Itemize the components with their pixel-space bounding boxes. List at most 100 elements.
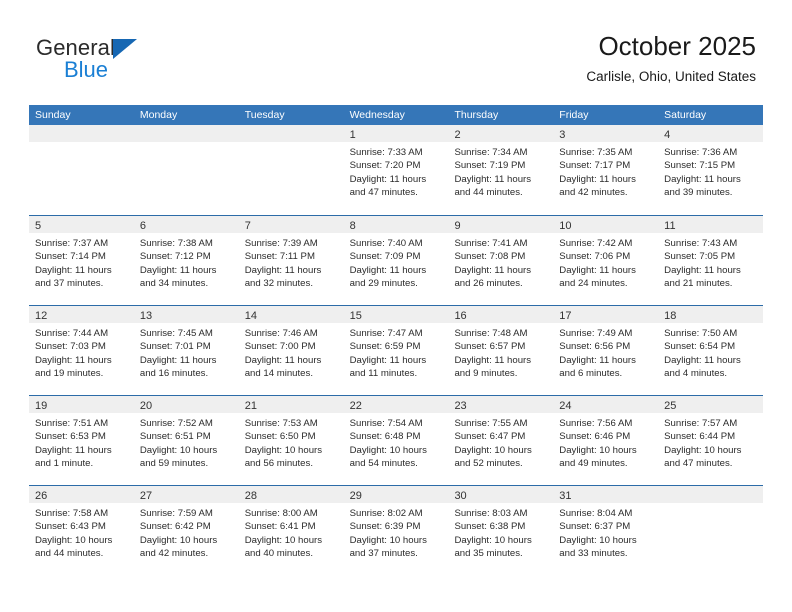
day-cell[interactable]: 6 Sunrise: 7:38 AM Sunset: 7:12 PM Daylight… xyxy=(133,216,239,305)
day-cell-empty xyxy=(658,486,764,575)
daylight-duration-line1: Daylight: 10 hours xyxy=(349,444,427,456)
day-cell[interactable]: 13 Sunrise: 7:45 AM Sunset: 7:01 PM Dayligh… xyxy=(133,306,239,395)
day-cell[interactable]: 27 Sunrise: 7:59 AM Sunset: 6:42 PM Dayligh… xyxy=(133,486,239,575)
day-cell[interactable]: 25 Sunrise: 7:57 AM Sunset: 6:44 PM Dayligh… xyxy=(658,396,764,485)
day-number: 3 xyxy=(559,129,566,141)
day-details: Sunrise: 7:34 AM Sunset: 7:19 PM Daylight:… xyxy=(448,142,553,200)
day-cell[interactable]: 26 Sunrise: 7:58 AM Sunset: 6:43 PM Dayligh… xyxy=(29,486,134,575)
day-cell[interactable]: 20 Sunrise: 7:52 AM Sunset: 6:51 PM Dayligh… xyxy=(133,396,239,485)
daylight-duration-line2: and 9 minutes. xyxy=(454,368,518,380)
day-cell[interactable]: 24 Sunrise: 7:56 AM Sunset: 6:46 PM Dayligh… xyxy=(553,396,659,485)
day-number-strip: 24 xyxy=(553,396,659,413)
day-cell[interactable]: 28 Sunrise: 8:00 AM Sunset: 6:41 PM Dayligh… xyxy=(238,486,344,575)
daylight-duration-line1: Daylight: 11 hours xyxy=(349,173,427,185)
day-cell[interactable]: 23 Sunrise: 7:55 AM Sunset: 6:47 PM Dayligh… xyxy=(448,396,554,485)
daylight-duration-line2: and 42 minutes. xyxy=(139,548,209,560)
sunrise-time: Sunrise: 7:40 AM xyxy=(349,238,423,249)
sunrise-time: Sunrise: 7:45 AM xyxy=(139,328,213,339)
sunset-time: Sunset: 6:41 PM xyxy=(244,521,316,533)
day-cell[interactable]: 17 Sunrise: 7:49 AM Sunset: 6:56 PM Dayligh… xyxy=(553,306,659,395)
sunset-time: Sunset: 6:38 PM xyxy=(454,521,526,533)
day-cell[interactable]: 1 Sunrise: 7:33 AM Sunset: 7:20 PM Daylight… xyxy=(343,125,449,215)
daylight-duration-line2: and 19 minutes. xyxy=(35,368,104,380)
day-number-strip: 11 xyxy=(658,216,764,233)
weekday-header-saturday: Saturday xyxy=(664,109,707,121)
day-number: 15 xyxy=(349,310,362,322)
day-cell[interactable]: 31 Sunrise: 8:04 AM Sunset: 6:37 PM Dayligh… xyxy=(553,486,659,575)
day-number: 16 xyxy=(454,310,467,322)
sunset-time: Sunset: 7:08 PM xyxy=(454,251,526,263)
weekday-header-monday: Monday xyxy=(139,109,178,121)
day-number-strip xyxy=(238,125,344,142)
day-details: Sunrise: 7:57 AM Sunset: 6:44 PM Daylight:… xyxy=(658,413,763,471)
sunrise-time: Sunrise: 7:44 AM xyxy=(35,328,109,339)
day-details: Sunrise: 7:33 AM Sunset: 7:20 PM Daylight:… xyxy=(344,142,449,200)
day-cell[interactable]: 19 Sunrise: 7:51 AM Sunset: 6:53 PM Dayligh… xyxy=(29,396,134,485)
day-details: Sunrise: 7:50 AM Sunset: 6:54 PM Daylight:… xyxy=(658,323,763,381)
sunset-time: Sunset: 6:43 PM xyxy=(35,521,106,533)
day-number: 22 xyxy=(349,400,362,412)
day-number: 10 xyxy=(559,220,572,232)
day-details: Sunrise: 7:51 AM Sunset: 6:53 PM Daylight:… xyxy=(29,413,134,471)
sunset-time: Sunset: 7:11 PM xyxy=(244,251,315,263)
sunset-time: Sunset: 7:20 PM xyxy=(349,160,421,172)
daylight-duration-line1: Daylight: 10 hours xyxy=(349,534,427,546)
daylight-duration-line1: Daylight: 10 hours xyxy=(454,444,532,456)
day-cell[interactable]: 30 Sunrise: 8:03 AM Sunset: 6:38 PM Dayligh… xyxy=(448,486,554,575)
daylight-duration-line1: Daylight: 10 hours xyxy=(559,534,637,546)
weekday-header-sunday: Sunday xyxy=(35,109,71,121)
day-cell[interactable]: 22 Sunrise: 7:54 AM Sunset: 6:48 PM Dayligh… xyxy=(343,396,449,485)
day-cell[interactable]: 7 Sunrise: 7:39 AM Sunset: 7:11 PM Daylight… xyxy=(238,216,344,305)
day-cell[interactable]: 5 Sunrise: 7:37 AM Sunset: 7:14 PM Daylight… xyxy=(29,216,134,305)
day-cell[interactable]: 29 Sunrise: 8:02 AM Sunset: 6:39 PM Dayligh… xyxy=(343,486,449,575)
sunrise-time: Sunrise: 7:55 AM xyxy=(454,418,528,429)
sunrise-time: Sunrise: 7:49 AM xyxy=(559,328,633,339)
daylight-duration-line2: and 47 minutes. xyxy=(349,187,418,199)
daylight-duration-line2: and 49 minutes. xyxy=(559,458,628,470)
day-cell[interactable]: 4 Sunrise: 7:36 AM Sunset: 7:15 PM Daylight… xyxy=(658,125,764,215)
day-cell[interactable]: 11 Sunrise: 7:43 AM Sunset: 7:05 PM Dayligh… xyxy=(658,216,764,305)
day-cell[interactable]: 10 Sunrise: 7:42 AM Sunset: 7:06 PM Dayligh… xyxy=(553,216,659,305)
day-cell[interactable]: 9 Sunrise: 7:41 AM Sunset: 7:08 PM Daylight… xyxy=(448,216,554,305)
day-cell[interactable]: 8 Sunrise: 7:40 AM Sunset: 7:09 PM Daylight… xyxy=(343,216,449,305)
day-cell[interactable]: 15 Sunrise: 7:47 AM Sunset: 6:59 PM Dayligh… xyxy=(343,306,449,395)
day-number: 19 xyxy=(35,400,48,412)
day-cell[interactable]: 2 Sunrise: 7:34 AM Sunset: 7:19 PM Daylight… xyxy=(448,125,554,215)
day-cell[interactable]: 14 Sunrise: 7:46 AM Sunset: 7:00 PM Dayligh… xyxy=(238,306,344,395)
sunset-time: Sunset: 6:57 PM xyxy=(454,341,526,353)
day-details: Sunrise: 7:44 AM Sunset: 7:03 PM Daylight:… xyxy=(29,323,134,381)
daylight-duration-line1: Daylight: 11 hours xyxy=(454,264,532,276)
day-number-strip: 29 xyxy=(343,486,449,503)
day-number: 31 xyxy=(559,490,572,502)
sunrise-time: Sunrise: 7:54 AM xyxy=(349,418,423,429)
day-cell[interactable]: 21 Sunrise: 7:53 AM Sunset: 6:50 PM Dayligh… xyxy=(238,396,344,485)
daylight-duration-line2: and 1 minute. xyxy=(35,458,94,470)
brand-logo[interactable]: General Blue xyxy=(36,36,276,92)
day-details: Sunrise: 7:41 AM Sunset: 7:08 PM Daylight:… xyxy=(448,233,553,291)
daylight-duration-line2: and 21 minutes. xyxy=(664,278,733,290)
day-number-strip: 30 xyxy=(448,486,554,503)
day-number-strip: 2 xyxy=(448,125,554,142)
day-cell[interactable]: 12 Sunrise: 7:44 AM Sunset: 7:03 PM Dayligh… xyxy=(29,306,134,395)
day-number-strip: 3 xyxy=(553,125,659,142)
daylight-duration-line1: Daylight: 11 hours xyxy=(349,264,427,276)
triangle-icon xyxy=(113,39,137,59)
sunset-time: Sunset: 6:50 PM xyxy=(244,431,316,443)
day-number: 12 xyxy=(35,310,48,322)
sunset-time: Sunset: 6:46 PM xyxy=(559,431,631,443)
day-details: Sunrise: 7:54 AM Sunset: 6:48 PM Daylight:… xyxy=(344,413,449,471)
week-row: 26 Sunrise: 7:58 AM Sunset: 6:43 PM Dayligh… xyxy=(29,485,764,575)
sunrise-time: Sunrise: 7:50 AM xyxy=(664,328,738,339)
day-cell[interactable]: 3 Sunrise: 7:35 AM Sunset: 7:17 PM Daylight… xyxy=(553,125,659,215)
day-number-strip: 31 xyxy=(553,486,659,503)
day-details: Sunrise: 7:37 AM Sunset: 7:14 PM Daylight:… xyxy=(29,233,134,291)
sunset-time: Sunset: 6:42 PM xyxy=(139,521,211,533)
day-number: 5 xyxy=(35,220,42,232)
day-cell[interactable]: 16 Sunrise: 7:48 AM Sunset: 6:57 PM Dayligh… xyxy=(448,306,554,395)
sunset-time: Sunset: 7:12 PM xyxy=(139,251,211,263)
weekday-header-friday: Friday xyxy=(559,109,589,121)
day-number-strip: 23 xyxy=(448,396,554,413)
day-cell[interactable]: 18 Sunrise: 7:50 AM Sunset: 6:54 PM Dayligh… xyxy=(658,306,764,395)
daylight-duration-line1: Daylight: 11 hours xyxy=(139,264,217,276)
week-row: 5 Sunrise: 7:37 AM Sunset: 7:14 PM Daylight… xyxy=(29,215,764,305)
